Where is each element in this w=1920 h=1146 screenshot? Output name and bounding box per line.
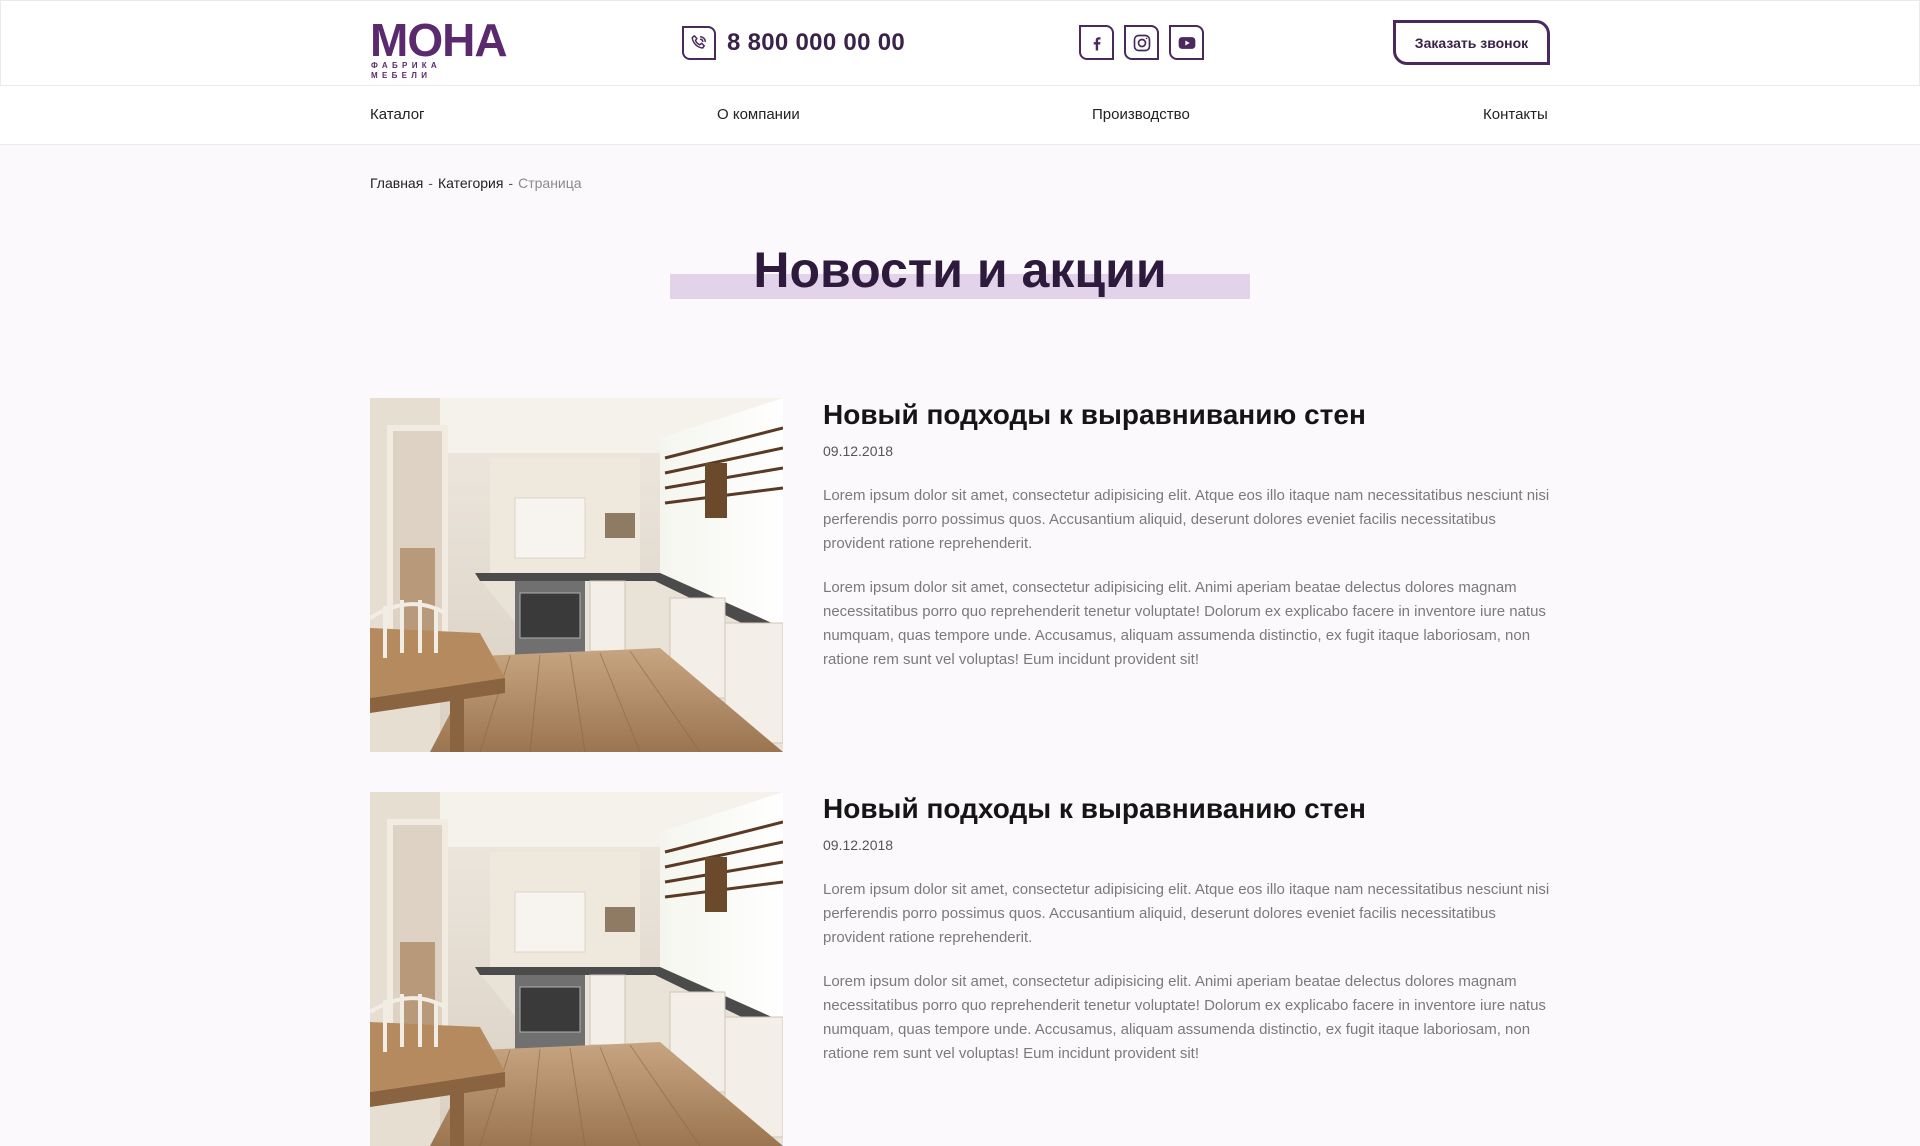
news-paragraph: Lorem ipsum dolor sit amet, consectetur …	[823, 579, 1546, 668]
news-item: Новый подходы к выравниванию стен 09.12.…	[370, 398, 1550, 752]
logo[interactable]: МОНА ФАБРИКА МЕБЕЛИ	[370, 14, 508, 80]
nav-item-contacts[interactable]: Контакты	[1483, 106, 1548, 124]
page-title-block: Новости и акции	[670, 240, 1250, 300]
nav-item-production[interactable]: Производство	[1092, 106, 1190, 124]
phone-link[interactable]: 8 800 000 00 00	[682, 26, 905, 60]
facebook-icon[interactable]	[1079, 25, 1114, 60]
phone-icon	[682, 26, 716, 60]
news-image[interactable]	[370, 792, 783, 1146]
breadcrumb: Главная - Категория - Страница	[370, 174, 582, 192]
news-paragraph: Lorem ipsum dolor sit amet, consectetur …	[823, 487, 1550, 552]
header-bar	[0, 0, 1920, 86]
page-title: Новости и акции	[753, 242, 1167, 298]
breadcrumb-separator: -	[508, 175, 514, 191]
youtube-icon[interactable]	[1169, 25, 1204, 60]
news-title[interactable]: Новый подходы к выравниванию стен	[823, 792, 1550, 826]
news-paragraph: Lorem ipsum dolor sit amet, consectetur …	[823, 973, 1546, 1062]
news-item: Новый подходы к выравниванию стен 09.12.…	[370, 792, 1550, 1146]
news-paragraph: Lorem ipsum dolor sit amet, consectetur …	[823, 881, 1550, 946]
logo-wordmark: МОНА	[370, 14, 508, 66]
callback-button[interactable]: Заказать звонок	[1393, 20, 1550, 65]
breadcrumb-current: Страница	[518, 175, 582, 191]
news-body: Новый подходы к выравниванию стен 09.12.…	[823, 398, 1550, 672]
instagram-icon[interactable]	[1124, 25, 1159, 60]
nav-item-catalog[interactable]: Каталог	[370, 106, 425, 124]
news-image[interactable]	[370, 398, 783, 752]
news-title[interactable]: Новый подходы к выравниванию стен	[823, 398, 1550, 432]
news-body: Новый подходы к выравниванию стен 09.12.…	[823, 792, 1550, 1066]
nav-item-about[interactable]: О компании	[717, 106, 800, 124]
news-date: 09.12.2018	[823, 443, 894, 459]
main-nav	[0, 86, 1920, 145]
breadcrumb-category[interactable]: Категория	[438, 175, 503, 191]
breadcrumb-separator: -	[428, 175, 433, 191]
news-date: 09.12.2018	[823, 837, 894, 853]
social-links	[1079, 25, 1204, 60]
breadcrumb-home[interactable]: Главная	[370, 175, 423, 191]
phone-number: 8 800 000 00 00	[727, 29, 905, 56]
